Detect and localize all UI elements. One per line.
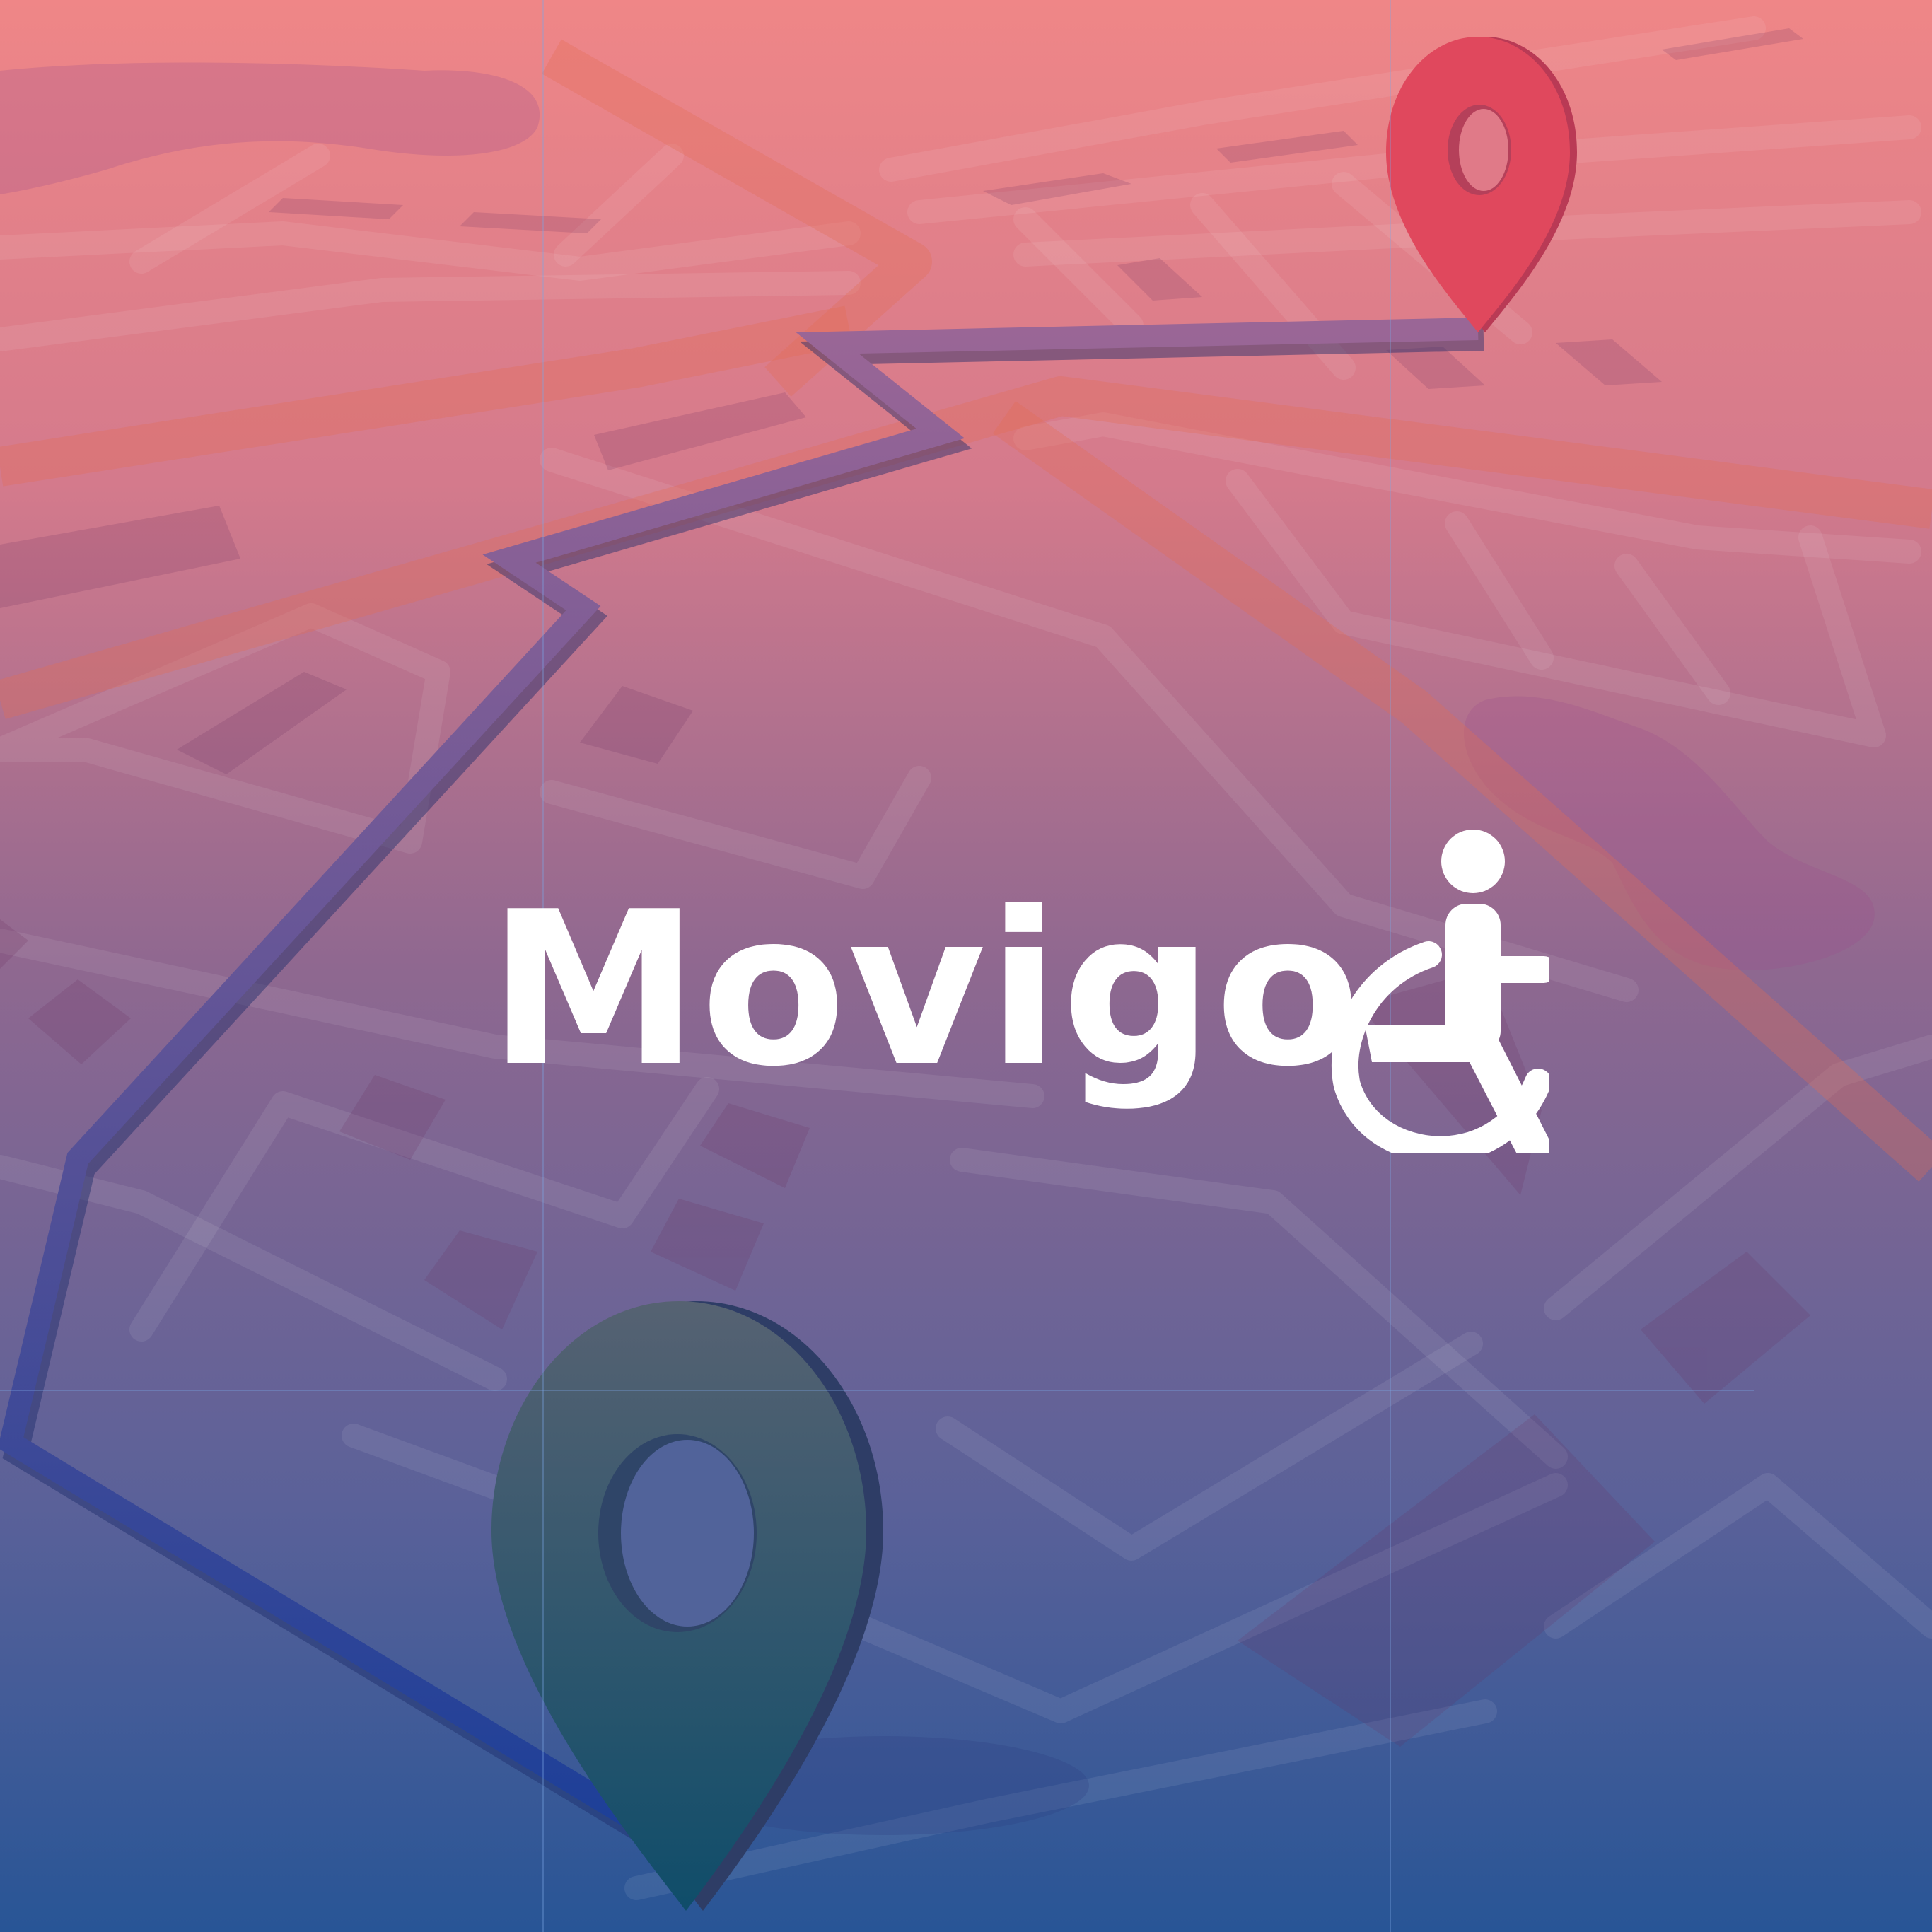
splash-screen: Movigo bbox=[0, 0, 1932, 1932]
movigo-logo: Movigo bbox=[488, 813, 1549, 1181]
app-name: Movigo bbox=[488, 866, 1362, 1113]
wheelchair-accessibility-icon bbox=[1331, 830, 1549, 1153]
